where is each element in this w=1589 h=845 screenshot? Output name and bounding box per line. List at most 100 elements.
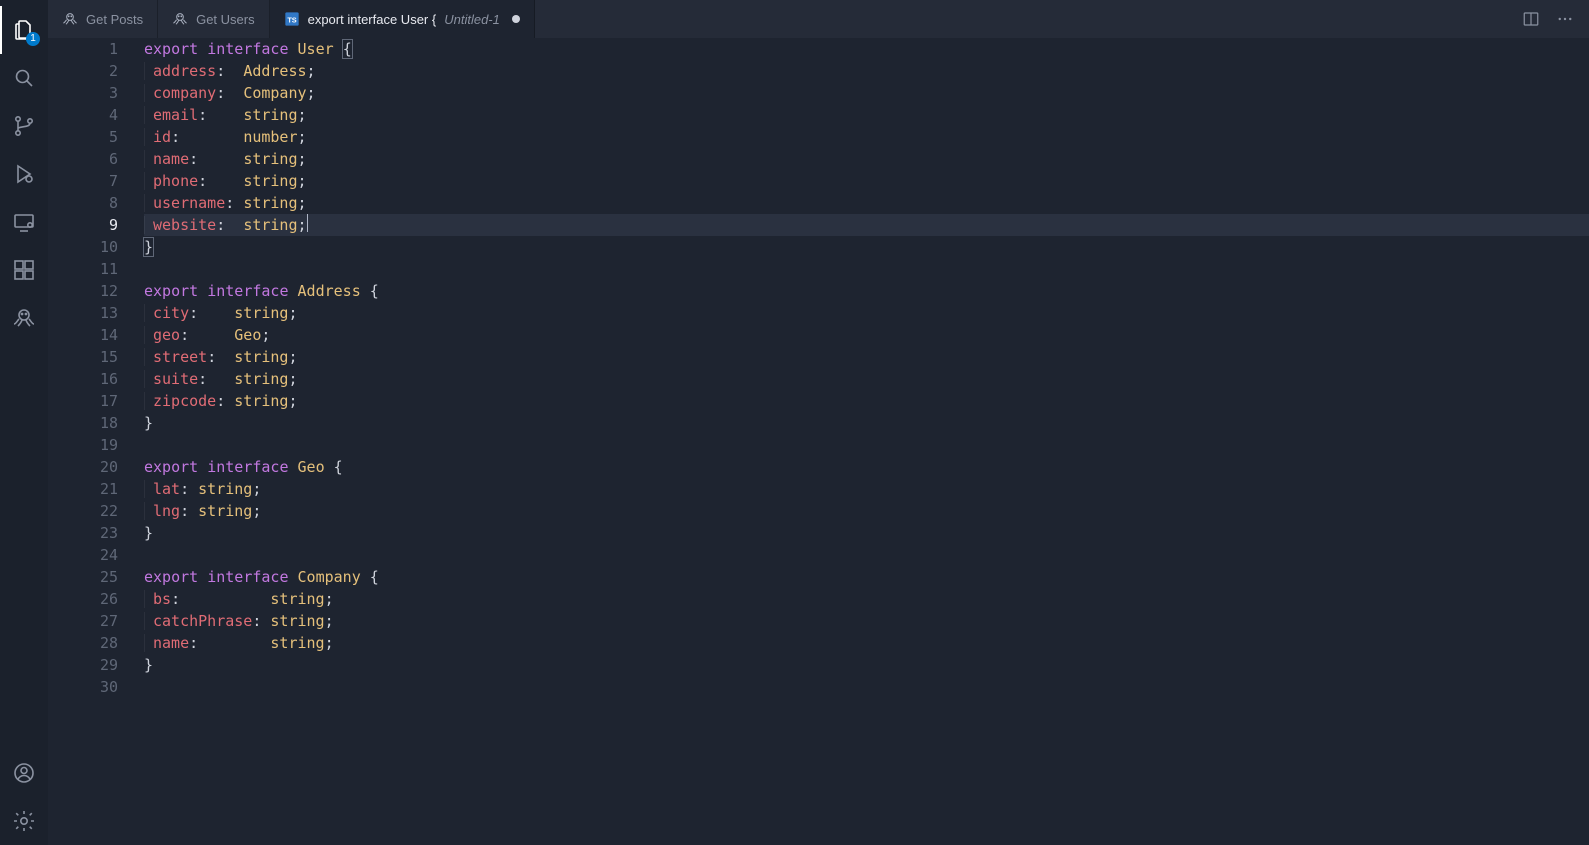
code-token: string [243,150,297,168]
code-line[interactable]: catchPhrase: string; [144,610,1589,632]
code-token: Company [298,568,361,586]
code-area: export interface User {address: Address;… [144,38,1589,845]
code-token: : [171,128,243,146]
line-number: 26 [48,588,118,610]
code-line[interactable]: address: Address; [144,60,1589,82]
code-line[interactable]: export interface Company { [144,566,1589,588]
code-token: string [198,502,252,520]
split-editor-button[interactable] [1517,5,1545,33]
dirty-indicator-icon [512,15,520,23]
code-line[interactable]: export interface Geo { [144,456,1589,478]
code-token: ; [298,106,307,124]
code-line[interactable]: username: string; [144,192,1589,214]
code-token: ; [298,172,307,190]
code-line[interactable]: } [144,236,1589,258]
extensions-icon [12,258,36,282]
code-line[interactable] [144,258,1589,280]
code-line[interactable]: street: string; [144,346,1589,368]
code-token: lng [153,502,180,520]
code-line[interactable]: export interface Address { [144,280,1589,302]
code-token: interface [207,40,288,58]
activity-run-debug[interactable] [0,150,48,198]
code-line[interactable] [144,434,1589,456]
activity-quokka[interactable] [0,294,48,342]
code-token: ; [325,612,334,630]
activity-accounts[interactable] [0,749,48,797]
line-number: 12 [48,280,118,302]
code-token: : [216,392,234,410]
code-token: geo [153,326,180,344]
code-token: } [144,414,153,432]
octopus-icon [172,11,188,27]
code-token: export [144,40,198,58]
line-number: 22 [48,500,118,522]
line-number: 13 [48,302,118,324]
account-icon [12,761,36,785]
code-token: string [270,590,324,608]
tabs-row: Get Posts Get Users TSexport interface Use… [48,0,1589,38]
code-token: lat [153,480,180,498]
code-token [289,282,298,300]
code-line[interactable]: id: number; [144,126,1589,148]
more-actions-button[interactable] [1551,5,1579,33]
line-number: 9 [48,214,118,236]
code-line[interactable]: bs: string; [144,588,1589,610]
code-line[interactable]: } [144,412,1589,434]
svg-text:TS: TS [287,15,296,24]
code-line[interactable]: zipcode: string; [144,390,1589,412]
code-token: ; [252,502,261,520]
line-number: 25 [48,566,118,588]
activity-remote[interactable] [0,198,48,246]
code-token: string [234,370,288,388]
code-token: interface [207,568,288,586]
code-line[interactable]: name: string; [144,148,1589,170]
code-editor[interactable]: 1234567891011121314151617181920212223242… [48,38,1589,845]
code-token: : [252,612,270,630]
code-token: street [153,348,207,366]
line-number: 14 [48,324,118,346]
code-line[interactable]: } [144,522,1589,544]
activity-settings[interactable] [0,797,48,845]
code-line[interactable] [144,676,1589,698]
code-token: Geo [234,326,261,344]
tab-0[interactable]: Get Posts [48,0,158,38]
code-token: phone [153,172,198,190]
code-line[interactable]: email: string; [144,104,1589,126]
code-line[interactable]: website: string; [144,214,1589,236]
code-token: : [189,150,243,168]
tab-1[interactable]: Get Users [158,0,270,38]
code-token: string [243,106,297,124]
code-line[interactable]: geo: Geo; [144,324,1589,346]
code-line[interactable]: export interface User { [144,38,1589,60]
code-line[interactable]: lat: string; [144,478,1589,500]
line-number: 27 [48,610,118,632]
code-line[interactable] [144,544,1589,566]
code-token [198,40,207,58]
line-number: 3 [48,82,118,104]
line-number: 15 [48,346,118,368]
tab-2[interactable]: TSexport interface User {Untitled-1 [270,0,535,38]
code-line[interactable]: name: string; [144,632,1589,654]
code-line[interactable]: city: string; [144,302,1589,324]
code-token: : [171,590,270,608]
code-line[interactable]: company: Company; [144,82,1589,104]
tab-label: Get Users [196,12,255,27]
code-token: string [234,304,288,322]
code-token: Address [298,282,361,300]
code-token: { [361,282,379,300]
code-line[interactable]: phone: string; [144,170,1589,192]
code-line[interactable]: } [144,654,1589,676]
text-cursor [307,214,308,232]
tabs-actions [1507,0,1589,38]
search-icon [12,66,36,90]
code-token: } [144,656,153,674]
code-token: : [180,502,198,520]
activity-explorer[interactable]: 1 [0,6,48,54]
code-line[interactable]: suite: string; [144,368,1589,390]
code-token: : [180,480,198,498]
editor-group: Get PostsGet UsersTSexport interface Use… [48,0,1589,845]
activity-search[interactable] [0,54,48,102]
code-line[interactable]: lng: string; [144,500,1589,522]
activity-source-control[interactable] [0,102,48,150]
activity-extensions[interactable] [0,246,48,294]
